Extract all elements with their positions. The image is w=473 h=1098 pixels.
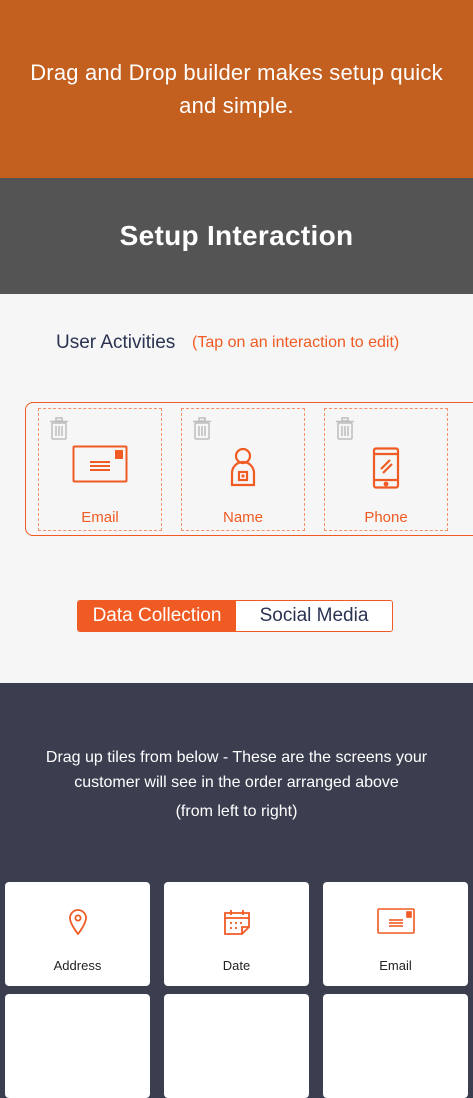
promo-banner: Drag and Drop builder makes setup quick …	[0, 0, 473, 178]
trash-icon[interactable]	[192, 417, 212, 441]
phone-icon	[372, 447, 400, 494]
tile-label: Date	[222, 958, 251, 973]
slot-label: Name	[222, 509, 263, 526]
tile-email[interactable]: Email	[323, 882, 468, 986]
toggle-social-media[interactable]: Social Media	[236, 601, 392, 631]
person-icon	[228, 447, 258, 492]
slot-label: Email	[81, 509, 119, 526]
activities-hint: (Tap on an interaction to edit)	[192, 334, 400, 351]
trash-icon[interactable]	[335, 417, 355, 441]
tile-row2-1[interactable]	[5, 994, 150, 1098]
instructions-line-3: (from left to right)	[175, 803, 298, 820]
tile-row2-3[interactable]	[323, 994, 468, 1098]
calendar-icon	[223, 908, 251, 941]
instructions-line-2: customer will see in the order arranged …	[74, 774, 399, 791]
envelope-icon	[72, 445, 128, 488]
instructions-line-1: Drag up tiles from below - These are the…	[45, 749, 428, 766]
page-title: Setup Interaction	[119, 220, 354, 251]
tile-date[interactable]: Date	[164, 882, 309, 986]
activity-slot-email[interactable]: Email	[38, 408, 162, 531]
banner-text: Drag and Drop builder makes setup quick …	[30, 60, 443, 118]
activity-slot-phone[interactable]: Phone	[324, 408, 448, 531]
user-activities-section: User Activities (Tap on an interaction t…	[0, 294, 473, 683]
trash-icon[interactable]	[49, 417, 69, 441]
tile-row2-2[interactable]	[164, 994, 309, 1098]
drag-instructions: Drag up tiles from below - These are the…	[0, 745, 473, 824]
activity-slots-container: Email Name Phone	[25, 402, 473, 536]
location-pin-icon	[68, 908, 88, 941]
category-toggle: Data Collection Social Media	[77, 600, 393, 632]
toggle-data-collection[interactable]: Data Collection	[78, 601, 236, 631]
tiles-section: Drag up tiles from below - These are the…	[0, 683, 473, 1098]
tile-address[interactable]: Address	[5, 882, 150, 986]
envelope-icon	[376, 908, 415, 939]
tile-label: Email	[379, 958, 412, 973]
header-bar: Setup Interaction	[0, 178, 473, 294]
activities-heading: User Activities	[56, 332, 176, 353]
slot-label: Phone	[364, 509, 408, 526]
tile-label: Address	[53, 958, 102, 973]
activity-slot-name[interactable]: Name	[181, 408, 305, 531]
